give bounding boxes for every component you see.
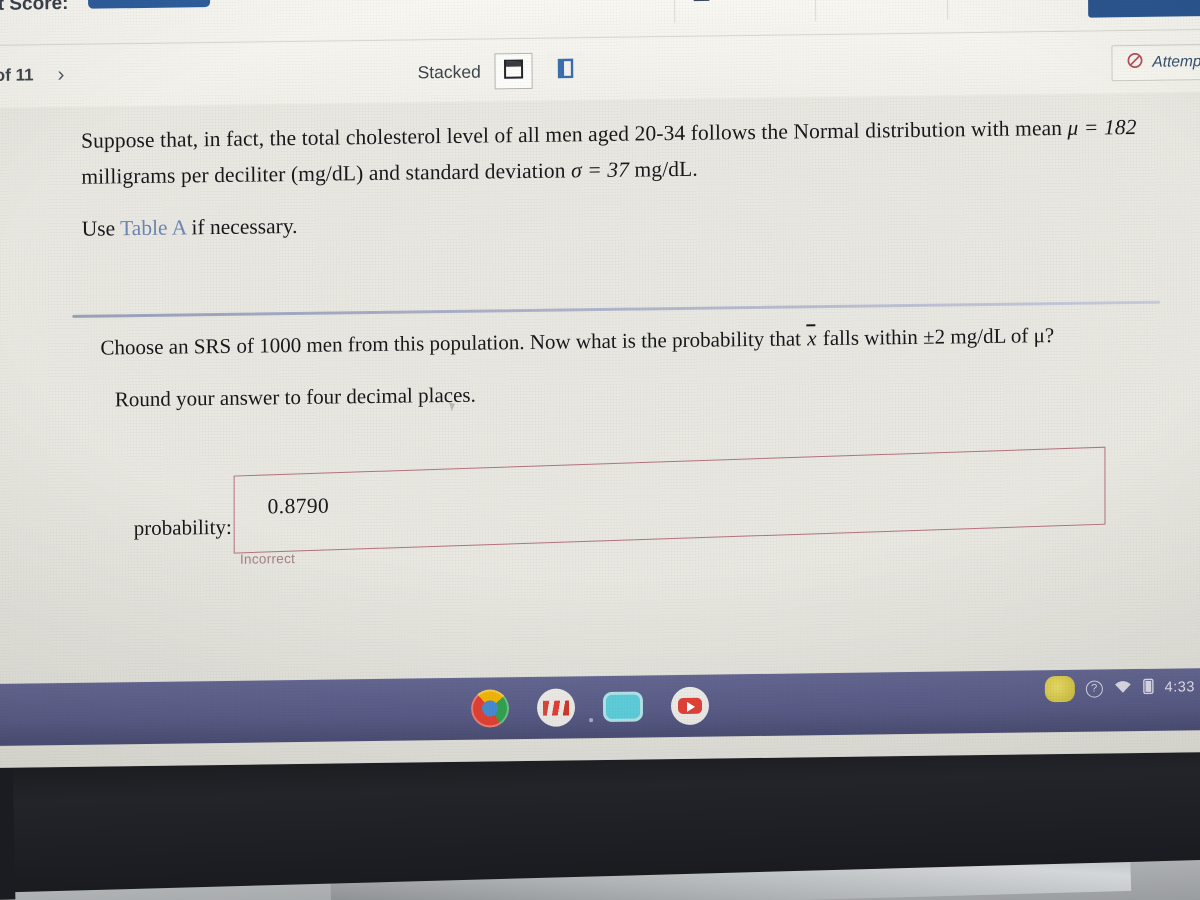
view-toggle-stacked[interactable] [494,52,533,90]
probability-input-value[interactable]: 0.8790 [268,494,330,520]
use-text-b: if necessary. [185,213,298,240]
system-tray[interactable]: ? 4:33 [1035,670,1200,706]
use-table-line: Use Table A if necessary. [82,203,1150,242]
question-text-a: Suppose that, in fact, the total cholest… [80,115,1068,153]
student-score-label: nt Score: [0,0,69,16]
page-icon [692,0,711,2]
sub-question-prompt: Choose an SRS of 1000 men from this popu… [100,317,1100,364]
resources-button[interactable]: Resources [673,0,815,24]
pager-position: 4 of 11 [0,65,34,85]
os-shelf [0,668,1200,746]
section-divider [72,300,1161,318]
avatar-icon[interactable] [1044,675,1075,703]
view-mode-group: Stacked [417,52,585,90]
mean-parameter: μ = 182 [1067,114,1137,140]
sub-question: Choose an SRS of 1000 men from this popu… [100,317,1101,416]
sub-question-text-a: Choose an SRS of 1000 men from this popu… [100,326,807,360]
photo-scene: nt Score: 56.4% Resources x [0,0,1200,900]
clock-time[interactable]: 4:33 [1165,679,1195,695]
stacked-view-icon [503,57,525,84]
rounding-instruction: Round your answer to four decimal places… [114,382,476,412]
help-icon[interactable]: ? [1085,679,1103,698]
mu-symbol: μ [1033,323,1045,348]
battery-icon[interactable] [1142,678,1154,698]
wifi-icon[interactable] [1114,680,1132,697]
files-app-icon[interactable] [602,691,644,723]
answer-row: probability: 0.8790 Incorrect [133,446,1133,567]
probability-label: probability: [133,514,232,541]
shelf-indicator-dot [589,718,594,723]
app-bar-actions: Resources x Give Up? [673,0,1200,24]
stacked-label: Stacked [417,61,481,82]
view-toggle-side-by-side[interactable] [546,52,585,89]
next-question-button[interactable]: › [57,63,64,87]
side-by-side-view-icon [555,57,577,84]
gmail-app-icon[interactable] [536,688,576,727]
resume-button[interactable]: Res [1087,0,1200,18]
probability-input[interactable] [233,446,1106,554]
use-text-a: Use [81,216,121,241]
no-entry-icon [1126,52,1143,74]
question-text-units: mg/dL. [628,156,698,182]
resources-label: Resources [719,0,798,1]
sub-question-text-b: falls within ±2 mg/dL of [817,323,1034,351]
sd-parameter: σ = 37 [570,157,630,183]
question-text-b: milligrams per deciliter (mg/dL) and sta… [81,158,572,189]
laptop-screen: nt Score: 56.4% Resources x [0,0,1200,768]
score-badge: 56.4% [87,0,211,9]
attempt-status-chip: Attemp [1111,43,1200,82]
question-pager: 4 of 11 › [0,63,65,88]
x-bar-symbol: x [807,326,817,351]
attempt-label: Attemp [1152,53,1200,71]
table-a-link[interactable]: Table A [120,215,186,240]
question-stem: Suppose that, in fact, the total cholest… [0,92,1200,243]
give-up-button[interactable]: x Give Up? [814,0,947,22]
feedback-button[interactable]: Feedback [946,0,1083,20]
chrome-app-icon[interactable] [470,689,510,728]
sub-question-text-c: ? [1044,323,1055,348]
youtube-app-icon[interactable] [670,686,710,726]
answer-status-text: Incorrect [239,551,296,567]
